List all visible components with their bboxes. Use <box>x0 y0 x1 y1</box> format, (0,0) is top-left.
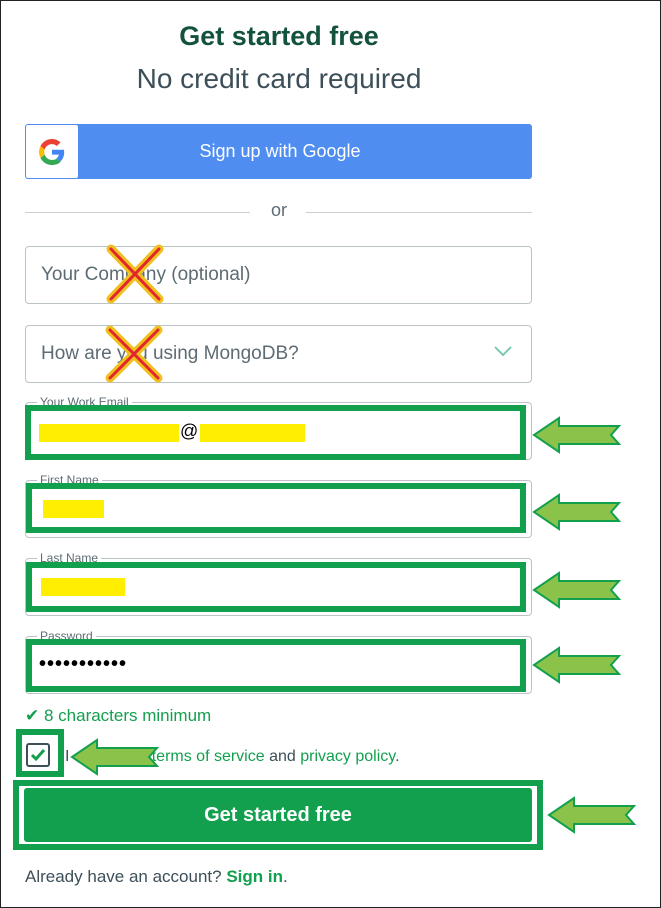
annotation-arrow-icon <box>532 416 622 454</box>
signin-row: Already have an account? Sign in. <box>25 867 288 887</box>
privacy-policy-link[interactable]: privacy policy <box>300 748 395 765</box>
google-signup-button[interactable]: Sign up with Google <box>25 124 532 179</box>
check-icon <box>30 749 46 762</box>
google-signup-label: Sign up with Google <box>199 141 361 161</box>
signin-link[interactable]: Sign in <box>226 867 283 886</box>
terms-and: and <box>269 748 296 765</box>
password-hint: ✔ 8 characters minimum <box>25 706 211 726</box>
annotation-arrow-icon <box>532 493 622 531</box>
password-value: ••••••••••• <box>39 653 128 675</box>
terms-suffix: . <box>395 748 400 765</box>
x-mark-icon <box>105 325 163 383</box>
email-redaction-left <box>39 424 179 442</box>
last-name-redaction <box>41 578 125 596</box>
page-title: Get started free <box>179 21 379 51</box>
first-name-redaction <box>43 500 104 518</box>
get-started-button[interactable]: Get started free <box>24 788 532 842</box>
x-mark-icon <box>106 244 164 304</box>
company-input[interactable]: Your Company (optional) <box>25 246 532 304</box>
check-icon: ✔ <box>25 706 40 725</box>
annotation-arrow-icon <box>70 738 160 776</box>
usage-select[interactable]: How are you using MongoDB? <box>25 325 532 383</box>
chevron-down-icon <box>494 346 512 357</box>
signup-panel: Get started free No credit card required… <box>0 0 661 908</box>
divider-or: or <box>270 200 287 220</box>
email-at-sign: @ <box>180 421 199 441</box>
annotation-arrow-icon <box>532 571 622 609</box>
terms-checkbox[interactable] <box>26 743 50 767</box>
signin-prompt: Already have an account? <box>25 867 222 886</box>
annotation-arrow-icon <box>532 646 622 684</box>
annotation-arrow-icon <box>547 796 637 834</box>
divider-left <box>25 212 250 213</box>
signin-suffix: . <box>283 867 288 886</box>
email-redaction-right <box>200 424 305 442</box>
terms-of-service-link[interactable]: terms of service <box>152 748 265 765</box>
password-hint-text: 8 characters minimum <box>43 706 212 725</box>
google-logo-icon <box>26 125 78 178</box>
usage-placeholder: How are you using MongoDB? <box>41 343 299 364</box>
page-subtitle: No credit card required <box>136 63 422 94</box>
divider-right <box>306 212 532 213</box>
